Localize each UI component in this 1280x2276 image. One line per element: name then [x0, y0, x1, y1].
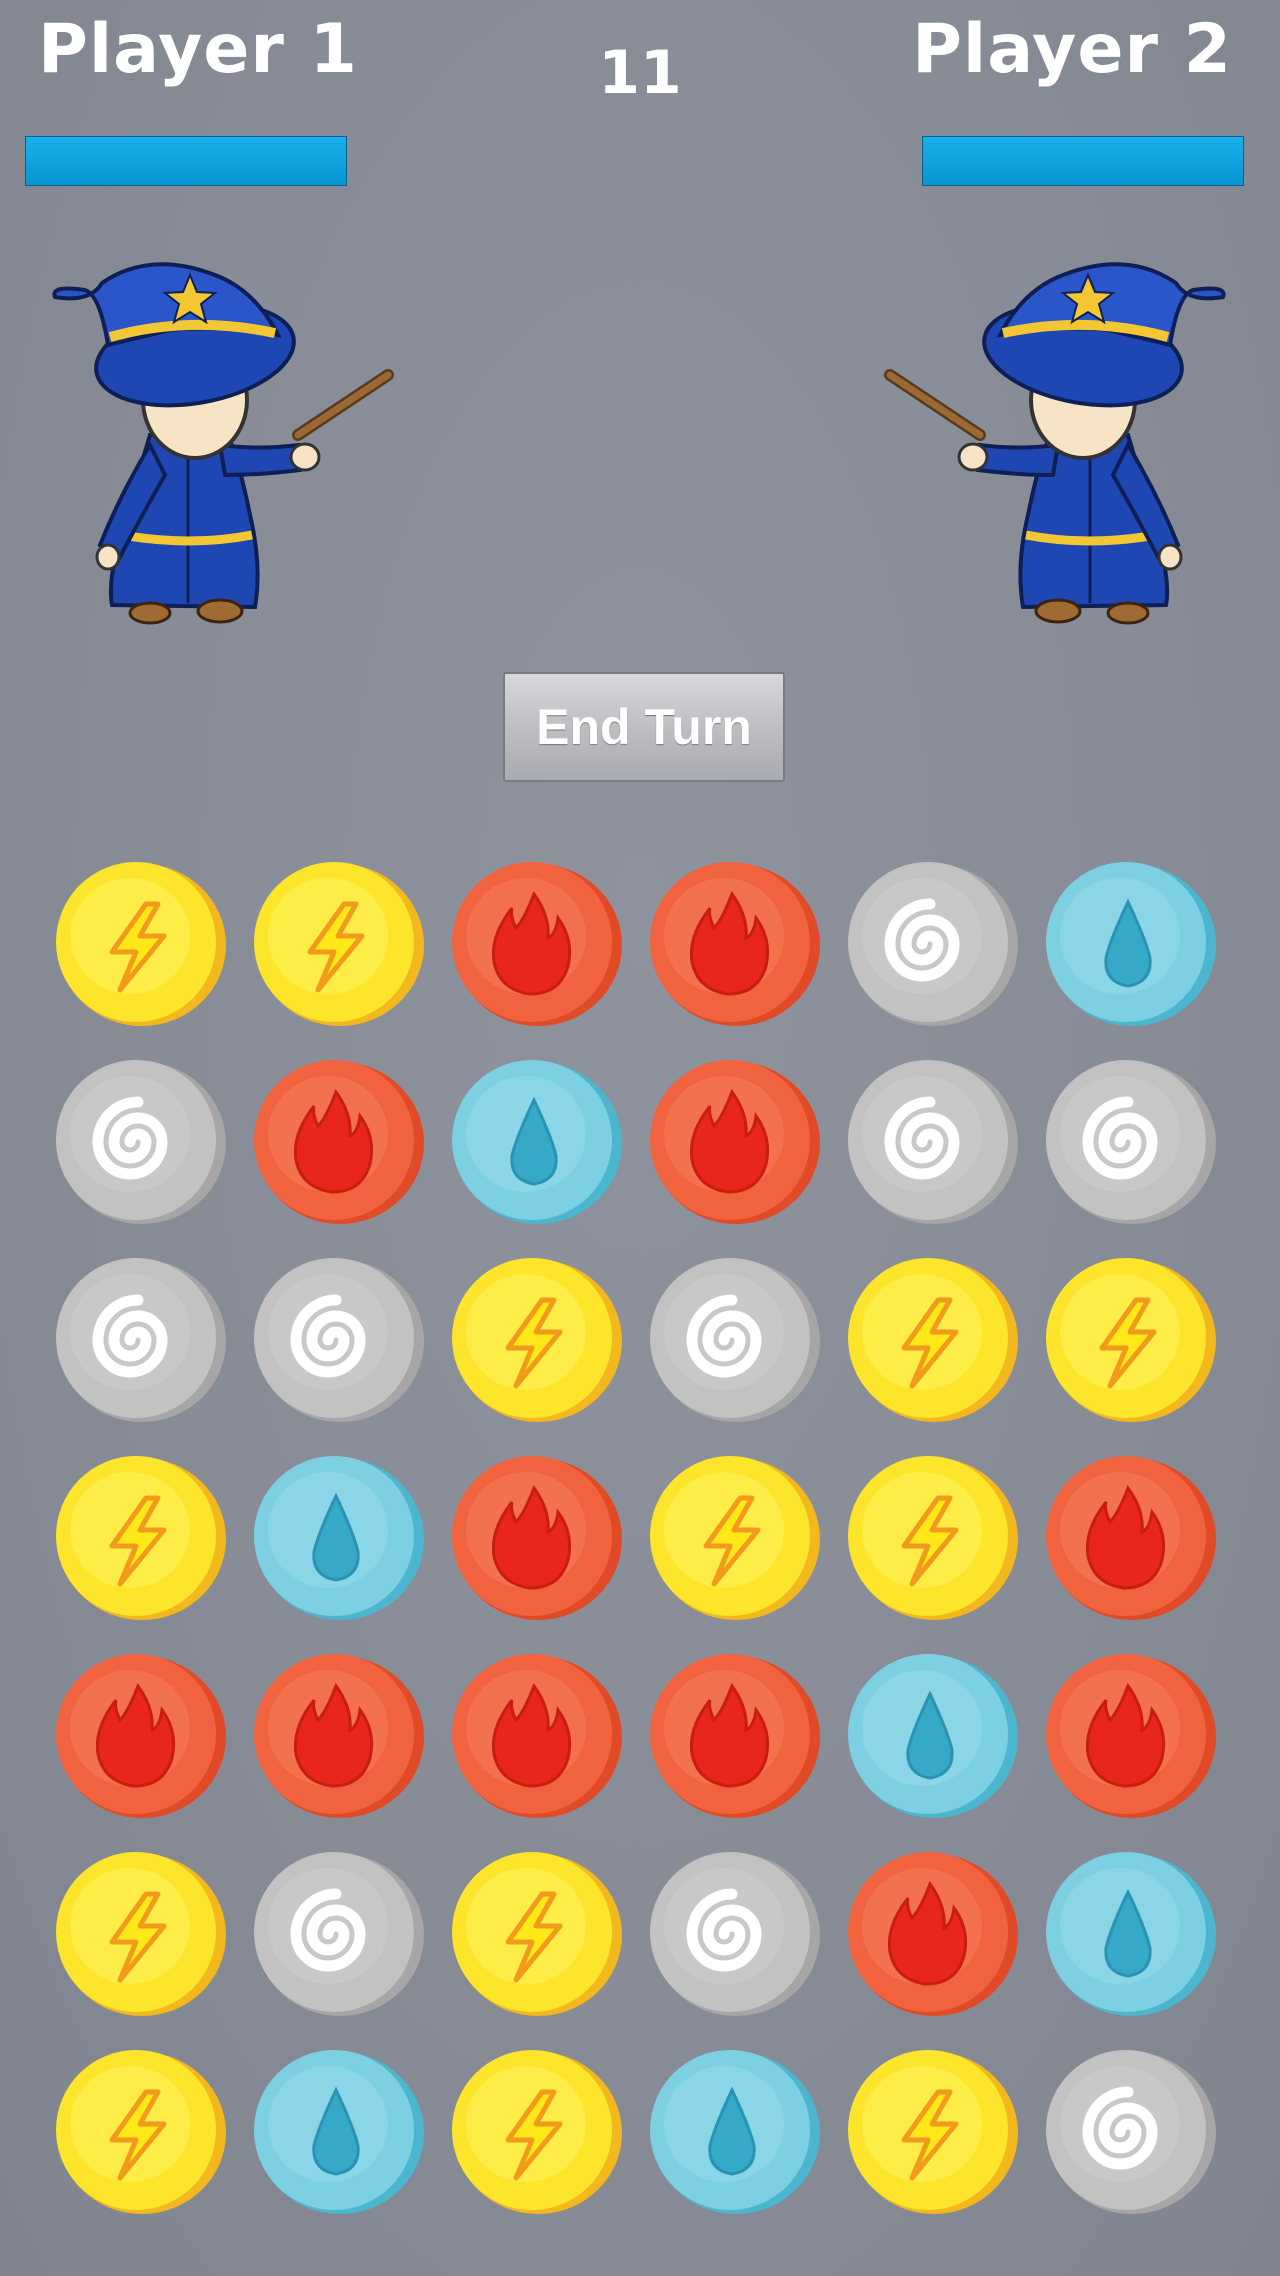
water-gem[interactable]	[644, 2046, 820, 2216]
water-gem[interactable]	[842, 1650, 1018, 1820]
fire-gem[interactable]	[842, 1848, 1018, 2018]
fire-gem[interactable]	[1040, 1650, 1216, 1820]
water-gem[interactable]	[248, 2046, 424, 2216]
water-gem[interactable]	[248, 1452, 424, 1622]
water-gem[interactable]	[446, 1056, 622, 1226]
fire-gem[interactable]	[644, 858, 820, 1028]
fire-gem[interactable]	[248, 1650, 424, 1820]
wind-gem[interactable]	[644, 1254, 820, 1424]
wind-gem[interactable]	[248, 1254, 424, 1424]
player-2-health-bar	[922, 136, 1244, 186]
wind-gem[interactable]	[644, 1848, 820, 2018]
player-2-name: Player 2	[912, 10, 1232, 89]
end-turn-button[interactable]: End Turn	[503, 672, 785, 782]
lightning-gem[interactable]	[50, 858, 226, 1028]
lightning-gem[interactable]	[50, 1848, 226, 2018]
player-2-health-fill	[923, 137, 1243, 185]
wind-gem[interactable]	[50, 1056, 226, 1226]
wind-gem[interactable]	[1040, 2046, 1216, 2216]
lightning-gem[interactable]	[446, 2046, 622, 2216]
fire-gem[interactable]	[248, 1056, 424, 1226]
player-1-wizard-avatar	[30, 245, 410, 635]
lightning-gem[interactable]	[842, 1452, 1018, 1622]
lightning-gem[interactable]	[1040, 1254, 1216, 1424]
fire-gem[interactable]	[50, 1650, 226, 1820]
lightning-gem[interactable]	[446, 1254, 622, 1424]
fire-gem[interactable]	[446, 858, 622, 1028]
lightning-gem[interactable]	[50, 1452, 226, 1622]
player-1-health-bar	[25, 136, 347, 186]
wind-gem[interactable]	[248, 1848, 424, 2018]
fire-gem[interactable]	[644, 1650, 820, 1820]
lightning-gem[interactable]	[446, 1848, 622, 2018]
lightning-gem[interactable]	[842, 1254, 1018, 1424]
water-gem[interactable]	[1040, 858, 1216, 1028]
lightning-gem[interactable]	[644, 1452, 820, 1622]
lightning-gem[interactable]	[842, 2046, 1018, 2216]
wind-gem[interactable]	[842, 858, 1018, 1028]
wind-gem[interactable]	[50, 1254, 226, 1424]
water-gem[interactable]	[1040, 1848, 1216, 2018]
lightning-gem[interactable]	[50, 2046, 226, 2216]
wind-gem[interactable]	[842, 1056, 1018, 1226]
wind-gem[interactable]	[1040, 1056, 1216, 1226]
fire-gem[interactable]	[446, 1650, 622, 1820]
player-1-health-fill	[26, 137, 346, 185]
fire-gem[interactable]	[446, 1452, 622, 1622]
lightning-gem[interactable]	[248, 858, 424, 1028]
fire-gem[interactable]	[644, 1056, 820, 1226]
player-2-wizard-avatar	[868, 245, 1248, 635]
fire-gem[interactable]	[1040, 1452, 1216, 1622]
